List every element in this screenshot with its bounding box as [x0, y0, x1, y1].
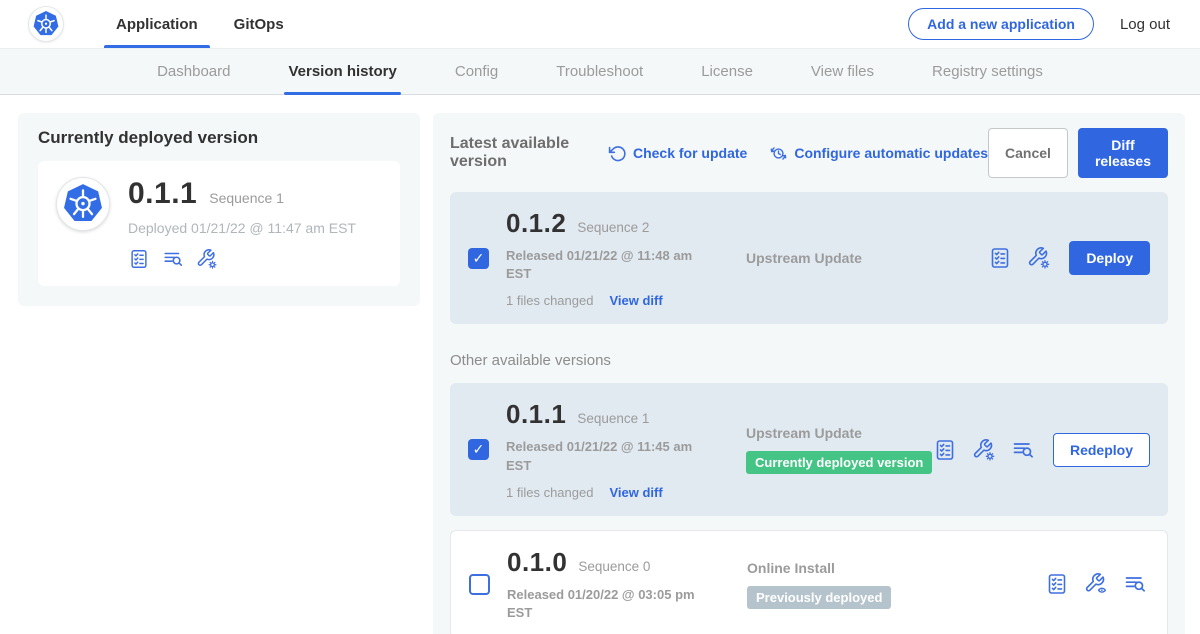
deployed-sequence-label: Sequence 1 — [209, 190, 284, 206]
other-versions-heading: Other available versions — [450, 352, 1168, 369]
config-settings-icon[interactable] — [196, 248, 218, 270]
preflight-checklist-icon[interactable] — [1045, 572, 1069, 596]
version-icon-actions — [1045, 572, 1147, 596]
header-actions: Cancel Diff releases — [988, 128, 1168, 178]
version-number: 0.1.1 — [506, 399, 566, 430]
version-info: 0.1.2 Sequence 2 Released 01/21/22 @ 11:… — [506, 208, 746, 308]
version-icon-actions — [933, 438, 1035, 462]
redeploy-button[interactable]: Redeploy — [1053, 433, 1150, 467]
source-label: Upstream Update — [746, 425, 933, 441]
source-label: Upstream Update — [746, 250, 988, 266]
files-changed-label: 1 files changed — [506, 293, 593, 308]
subnav-item-license[interactable]: License — [701, 49, 753, 94]
tab-gitops-label: GitOps — [234, 16, 284, 33]
top-bar-right: Add a new application Log out — [908, 8, 1170, 40]
tab-gitops[interactable]: GitOps — [216, 0, 302, 48]
preflight-checklist-icon[interactable] — [128, 248, 150, 270]
subnav-item-config[interactable]: Config — [455, 49, 498, 94]
release-notes-icon[interactable] — [1123, 572, 1147, 596]
tab-application[interactable]: Application — [98, 0, 216, 48]
release-notes-icon[interactable] — [162, 248, 184, 270]
config-settings-icon[interactable] — [1027, 246, 1051, 270]
sequence-label: Sequence 2 — [577, 220, 649, 235]
released-timestamp: Released 01/20/22 @ 03:05 pm EST — [507, 586, 702, 622]
files-changed-label: 1 files changed — [506, 485, 593, 500]
configure-auto-updates-link[interactable]: Configure automatic updates — [769, 144, 988, 163]
k8s-logo-icon — [56, 177, 110, 231]
deployed-version-number: 0.1.1 — [128, 177, 197, 211]
add-application-button[interactable]: Add a new application — [908, 8, 1094, 40]
preflight-checklist-icon[interactable] — [933, 438, 957, 462]
version-checkbox-0-1-0[interactable] — [469, 574, 490, 595]
latest-version-title: Latest available version — [450, 135, 586, 171]
release-notes-icon[interactable] — [1011, 438, 1035, 462]
previously-deployed-badge: Previously deployed — [747, 586, 891, 609]
top-bar: Application GitOps Add a new application… — [0, 0, 1200, 48]
view-diff-link[interactable]: View diff — [609, 293, 662, 308]
version-card-0-1-0: 0.1.0 Sequence 0 Released 01/20/22 @ 03:… — [450, 530, 1168, 634]
check-for-update-label: Check for update — [633, 145, 747, 161]
version-number: 0.1.0 — [507, 547, 567, 578]
version-card-0-1-1: 0.1.1 Sequence 1 Released 01/21/22 @ 11:… — [450, 383, 1168, 515]
deployed-icon-actions — [128, 248, 356, 270]
diff-releases-button[interactable]: Diff releases — [1078, 128, 1168, 178]
tab-application-label: Application — [116, 16, 198, 33]
logout-button[interactable]: Log out — [1120, 16, 1170, 33]
deployed-timestamp: Deployed 01/21/22 @ 11:47 am EST — [128, 220, 356, 236]
sequence-label: Sequence 1 — [577, 411, 649, 426]
subnav-item-version-history[interactable]: Version history — [288, 49, 396, 94]
deployed-version-card: 0.1.1 Sequence 1 Deployed 01/21/22 @ 11:… — [38, 161, 400, 286]
view-diff-link[interactable]: View diff — [609, 485, 662, 500]
currently-deployed-panel: Currently deployed version 0.1.1 Sequenc… — [18, 113, 420, 306]
version-checkbox-0-1-2[interactable] — [468, 248, 489, 269]
check-for-update-link[interactable]: Check for update — [608, 144, 747, 163]
released-timestamp: Released 01/21/22 @ 11:48 am EST — [506, 247, 701, 283]
deploy-button[interactable]: Deploy — [1069, 241, 1150, 275]
version-card-0-1-2: 0.1.2 Sequence 2 Released 01/21/22 @ 11:… — [450, 192, 1168, 324]
version-source: Upstream Update — [746, 250, 988, 266]
primary-nav: Application GitOps — [98, 0, 302, 48]
sequence-label: Sequence 0 — [578, 559, 650, 574]
cancel-button[interactable]: Cancel — [988, 128, 1068, 178]
deployed-version-details: 0.1.1 Sequence 1 Deployed 01/21/22 @ 11:… — [128, 177, 356, 270]
subnav-item-registry-settings[interactable]: Registry settings — [932, 49, 1043, 94]
version-icon-actions — [988, 246, 1051, 270]
version-source: Online Install Previously deployed — [747, 560, 1045, 609]
main-content: Currently deployed version 0.1.1 Sequenc… — [0, 95, 1200, 634]
version-info: 0.1.1 Sequence 1 Released 01/21/22 @ 11:… — [506, 399, 746, 499]
subnav-item-dashboard[interactable]: Dashboard — [157, 49, 230, 94]
currently-deployed-title: Currently deployed version — [38, 128, 400, 148]
config-settings-icon[interactable] — [972, 438, 996, 462]
app-subnav: Dashboard Version history Config Trouble… — [0, 48, 1200, 95]
available-versions-panel: Latest available version Check for updat… — [433, 113, 1185, 634]
preflight-checklist-icon[interactable] — [988, 246, 1012, 270]
subnav-item-view-files[interactable]: View files — [811, 49, 874, 94]
currently-deployed-badge: Currently deployed version — [746, 451, 932, 474]
version-source: Upstream Update Currently deployed versi… — [746, 425, 933, 474]
version-number: 0.1.2 — [506, 208, 566, 239]
released-timestamp: Released 01/21/22 @ 11:45 am EST — [506, 438, 701, 474]
source-label: Online Install — [747, 560, 1045, 576]
app-logo-icon — [28, 6, 64, 42]
auto-update-clock-icon — [769, 144, 788, 163]
latest-version-header: Latest available version Check for updat… — [450, 128, 1168, 178]
refresh-icon — [608, 144, 627, 163]
configure-auto-updates-label: Configure automatic updates — [794, 145, 988, 161]
subnav-item-troubleshoot[interactable]: Troubleshoot — [556, 49, 643, 94]
version-info: 0.1.0 Sequence 0 Released 01/20/22 @ 03:… — [507, 547, 747, 622]
view-config-icon[interactable] — [1084, 572, 1108, 596]
version-checkbox-0-1-1[interactable] — [468, 439, 489, 460]
